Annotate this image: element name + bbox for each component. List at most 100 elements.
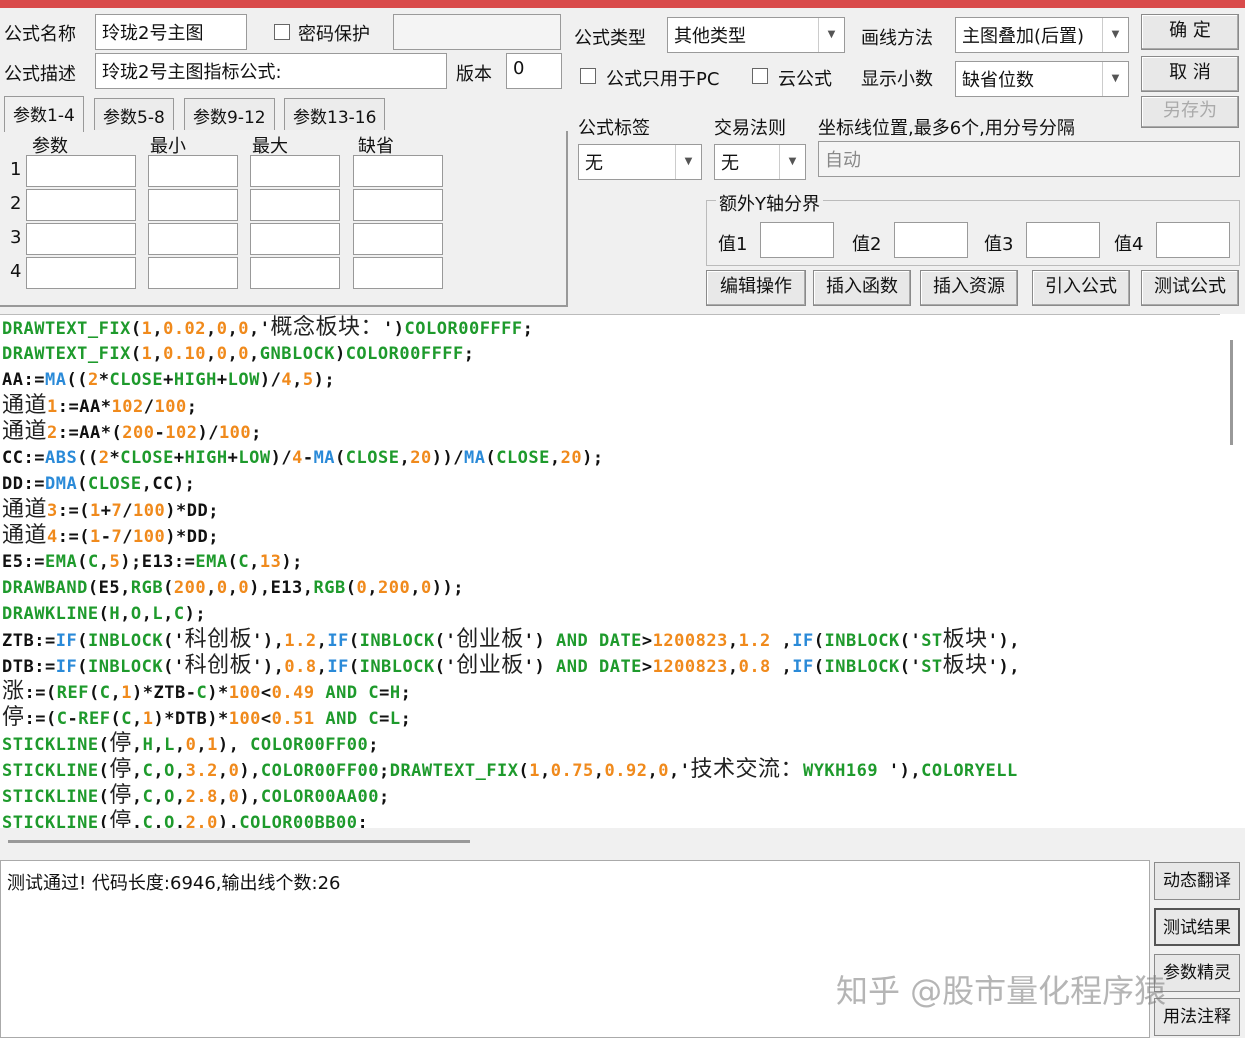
draw-value: 主图叠加(后置) <box>962 26 1085 47</box>
code-line[interactable]: ZTB:=IF(INBLOCK('科创板'),1.2,IF(INBLOCK('创… <box>0 627 1220 653</box>
code-line[interactable]: 通道4:=(1-7/100)*DD; <box>0 523 1220 549</box>
param-default-input[interactable] <box>353 223 443 255</box>
save-as-button[interactable]: 另存为 <box>1141 96 1239 128</box>
chevron-down-icon: ▼ <box>818 18 844 52</box>
test-result-button[interactable]: 测试结果 <box>1154 908 1240 946</box>
trade-label: 交易法则 <box>714 118 786 139</box>
edit-button[interactable]: 编辑操作 <box>706 270 806 306</box>
code-editor[interactable]: DRAWTEXT_FIX(1,0.02,0,0,'概念板块：')COLOR00F… <box>0 314 1220 828</box>
param-name-input[interactable] <box>26 257 136 289</box>
tab-params-5-8[interactable]: 参数5-8 <box>94 98 174 130</box>
pc-only-checkbox[interactable] <box>580 68 596 84</box>
param-row-number: 1 <box>10 159 22 180</box>
cloud-checkbox[interactable] <box>752 68 768 84</box>
y-value-input[interactable] <box>1026 222 1100 258</box>
usage-notes-button[interactable]: 用法注释 <box>1154 998 1240 1036</box>
draw-label: 画线方法 <box>861 28 933 49</box>
param-name-input[interactable] <box>26 189 136 221</box>
param-name-input[interactable] <box>26 223 136 255</box>
cloud-label: 云公式 <box>778 69 832 90</box>
param-min-input[interactable] <box>148 155 238 187</box>
tag-value: 无 <box>585 153 603 174</box>
code-line[interactable]: AA:=MA((2*CLOSE+HIGH+LOW)/4,5); <box>0 367 1220 393</box>
code-line[interactable]: 涨:=(REF(C,1)*ZTB-C)*100<0.49 AND C=H; <box>0 679 1220 705</box>
code-line[interactable]: DD:=DMA(CLOSE,CC); <box>0 471 1220 497</box>
tag-label: 公式标签 <box>578 118 650 139</box>
insert-resource-button[interactable]: 插入资源 <box>920 270 1018 306</box>
code-line[interactable]: DRAWTEXT_FIX(1,0.10,0,0,GNBLOCK)COLOR00F… <box>0 341 1220 367</box>
param-default-input[interactable] <box>353 257 443 289</box>
vertical-scroll-thumb[interactable] <box>1230 340 1233 445</box>
code-line[interactable]: DRAWKLINE(H,O,L,C); <box>0 601 1220 627</box>
coord-label: 坐标线位置,最多6个,用分号分隔 <box>818 118 1075 139</box>
tag-select[interactable]: 无 ▼ <box>578 144 702 180</box>
param-max-input[interactable] <box>250 189 340 221</box>
chevron-down-icon: ▼ <box>779 145 805 179</box>
watermark: 知乎 @股市量化程序猿 <box>836 972 1167 1010</box>
password-checkbox[interactable] <box>274 24 290 40</box>
y-value-input[interactable] <box>1156 222 1230 258</box>
param-min-input[interactable] <box>148 189 238 221</box>
y-value-input[interactable] <box>760 222 834 258</box>
dynamic-translate-button[interactable]: 动态翻译 <box>1154 862 1240 900</box>
import-formula-button[interactable]: 引入公式 <box>1032 270 1130 306</box>
code-line[interactable]: E5:=EMA(C,5);E13:=EMA(C,13); <box>0 549 1220 575</box>
code-line[interactable]: STICKLINE(停,C,O,3.2,0),COLOR00FF00;DRAWT… <box>0 757 1220 783</box>
chevron-down-icon: ▼ <box>1102 18 1128 52</box>
code-line[interactable]: DRAWTEXT_FIX(1,0.02,0,0,'概念板块：')COLOR00F… <box>0 315 1220 341</box>
cancel-button[interactable]: 取 消 <box>1141 56 1239 92</box>
test-formula-button[interactable]: 测试公式 <box>1141 270 1239 306</box>
chevron-down-icon: ▼ <box>675 145 701 179</box>
type-select[interactable]: 其他类型 ▼ <box>667 17 845 53</box>
y-value-label: 值1 <box>718 234 748 255</box>
password-input[interactable] <box>393 14 561 50</box>
param-max-input[interactable] <box>250 257 340 289</box>
param-row-number: 2 <box>10 193 22 214</box>
y-value-label: 值3 <box>984 234 1014 255</box>
decimal-select[interactable]: 缺省位数 ▼ <box>955 61 1129 97</box>
yaxis-label: 额外Y轴分界 <box>716 190 823 216</box>
code-line[interactable]: 停:=(C-REF(C,1)*DTB)*100<0.51 AND C=L; <box>0 705 1220 731</box>
code-line[interactable]: 通道1:=AA*102/100; <box>0 393 1220 419</box>
code-line[interactable]: STICKLINE(停,H,L,0,1), COLOR00FF00; <box>0 731 1220 757</box>
param-name-input[interactable] <box>26 155 136 187</box>
name-input[interactable]: 玲珑2号主图 <box>95 14 247 50</box>
tab-params-1-4[interactable]: 参数1-4 <box>4 96 84 132</box>
y-value-input[interactable] <box>894 222 968 258</box>
param-max-input[interactable] <box>250 155 340 187</box>
draw-select[interactable]: 主图叠加(后置) ▼ <box>955 17 1129 53</box>
coord-input[interactable]: 自动 <box>818 141 1240 177</box>
code-line[interactable]: CC:=ABS((2*CLOSE+HIGH+LOW)/4-MA(CLOSE,20… <box>0 445 1220 471</box>
y-value-label: 值2 <box>852 234 882 255</box>
horizontal-scroll-thumb[interactable] <box>8 840 470 843</box>
insert-function-button[interactable]: 插入函数 <box>813 270 911 306</box>
version-label: 版本 <box>456 64 492 85</box>
code-line[interactable]: STICKLINE(停,C,O,2.8,0),COLOR00AA00; <box>0 783 1220 809</box>
param-wizard-button[interactable]: 参数精灵 <box>1154 954 1240 992</box>
param-max-input[interactable] <box>250 223 340 255</box>
ok-button[interactable]: 确 定 <box>1141 14 1239 50</box>
horizontal-scrollbar[interactable] <box>0 828 1245 850</box>
name-label: 公式名称 <box>4 24 76 45</box>
desc-label: 公式描述 <box>4 64 76 85</box>
code-line[interactable]: STICKLINE(停.C.O.2.0).COLOR00BB00: <box>0 809 1220 828</box>
code-line[interactable]: DRAWBAND(E5,RGB(200,0,0),E13,RGB(0,200,0… <box>0 575 1220 601</box>
type-value: 其他类型 <box>674 26 746 47</box>
code-line[interactable]: 通道2:=AA*(200-102)/100; <box>0 419 1220 445</box>
code-line[interactable]: 通道3:=(1+7/100)*DD; <box>0 497 1220 523</box>
pc-only-label: 公式只用于PC <box>606 69 720 90</box>
decimal-value: 缺省位数 <box>962 70 1034 91</box>
tab-params-9-12[interactable]: 参数9-12 <box>184 98 275 130</box>
param-default-input[interactable] <box>353 155 443 187</box>
type-label: 公式类型 <box>574 28 646 49</box>
param-min-input[interactable] <box>148 223 238 255</box>
chevron-down-icon: ▼ <box>1102 62 1128 96</box>
version-input[interactable]: 0 <box>506 53 562 89</box>
trade-select[interactable]: 无 ▼ <box>714 144 806 180</box>
code-line[interactable]: DTB:=IF(INBLOCK('科创板'),0.8,IF(INBLOCK('创… <box>0 653 1220 679</box>
desc-input[interactable]: 玲珑2号主图指标公式: <box>95 53 447 89</box>
param-row-number: 4 <box>10 261 22 282</box>
param-min-input[interactable] <box>148 257 238 289</box>
param-default-input[interactable] <box>353 189 443 221</box>
tab-params-13-16[interactable]: 参数13-16 <box>284 98 386 130</box>
